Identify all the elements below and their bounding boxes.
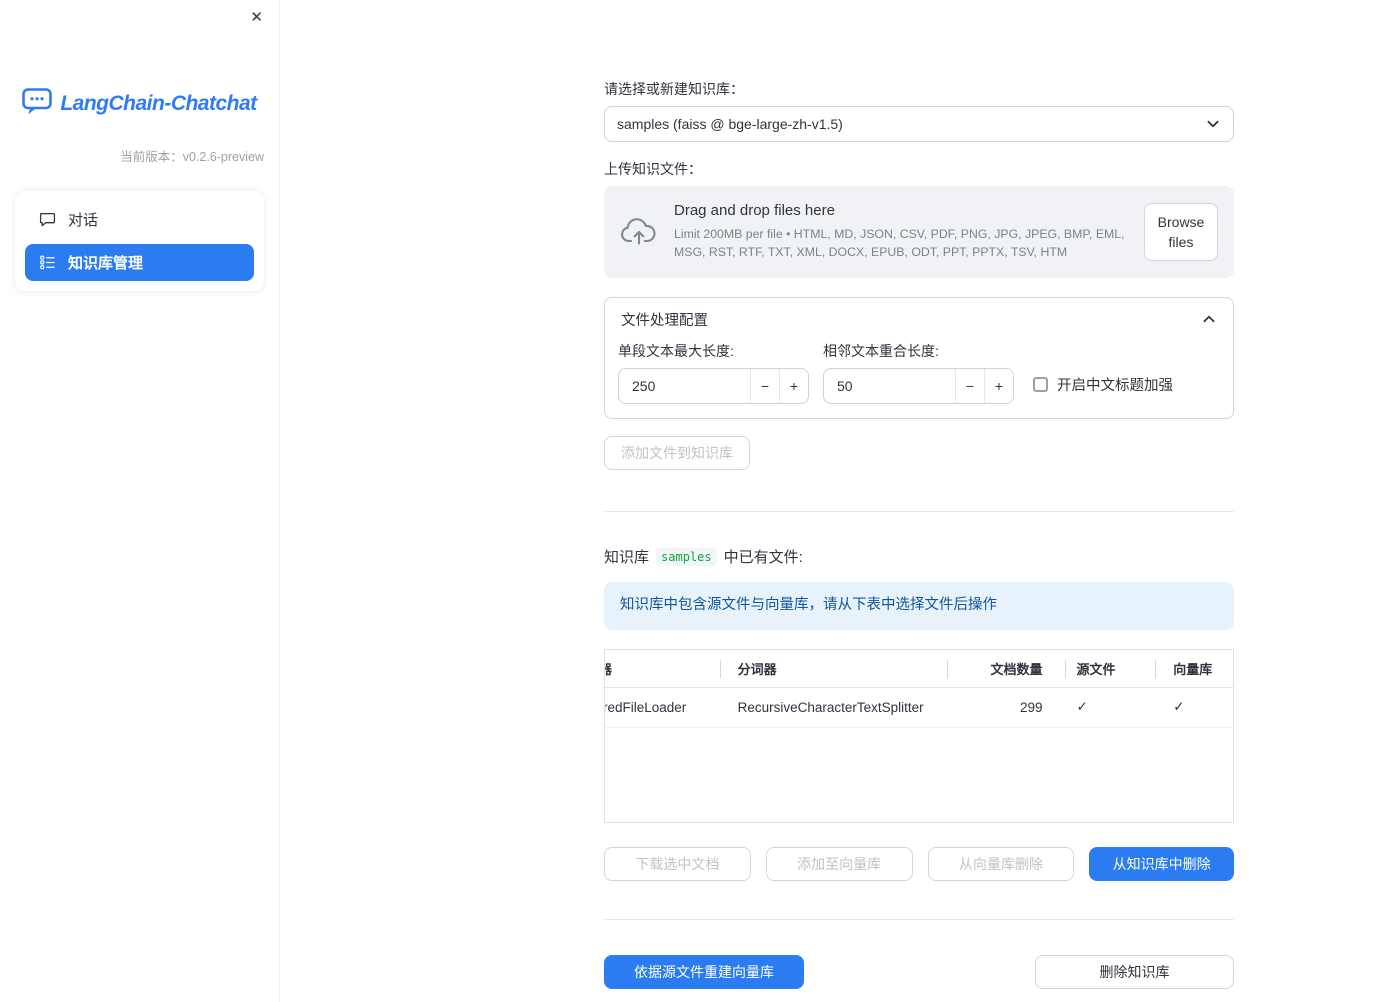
upload-label: 上传知识文件： [604,160,702,177]
close-icon: ✕ [250,9,263,26]
table-header-row: 器 分词器 文档数量 源文件 向量库 [605,650,1233,688]
column-header-label: 文档数量 [990,661,1043,677]
column-header-label: 源文件 [1076,661,1116,677]
files-dataframe[interactable]: 器 分词器 文档数量 源文件 向量库 [604,648,1234,823]
chat-bubble-icon [39,211,56,228]
cloud-upload-icon [620,217,658,247]
cell-splitter: RecursiveCharacterTextSplitter [720,688,947,727]
sidebar: ✕ LangChain-Chatchat 当前版本：v0.2.6-preview [0,0,280,1002]
logo: LangChain-Chatchat [0,88,279,120]
dropzone-subtitle: Limit 200MB per file • HTML, MD, JSON, C… [674,227,1125,260]
info-alert-text: 知识库中包含源文件与向量库，请从下表中选择文件后操作 [620,597,997,614]
cell-value: redFileLoader [605,699,687,715]
overlap-size-group: 相邻文本重合长度: 50 − + [823,343,1014,405]
check-mark: ✓ [1173,699,1185,715]
zh-title-enhance-label: 开启中文标题加强 [1057,378,1173,395]
chunk-size-label: 单段文本最大长度: [618,342,734,359]
browse-files-button[interactable]: Browse files [1144,202,1218,262]
cell-source-check: ✓ [1065,688,1156,727]
column-header-source-file[interactable]: 源文件 [1064,650,1156,687]
divider [604,918,1234,920]
kb-selected-value: samples (faiss @ bge-large-zh-v1.5) [617,115,843,132]
column-header-label: 向量库 [1173,661,1213,677]
add-files-to-kb-button[interactable]: 添加文件到知识库 [604,436,750,471]
column-header-doc-count[interactable]: 文档数量 [946,650,1065,687]
column-header-label: 器 [605,659,612,678]
file-config-expander: 文件处理配置 单段文本最大长度: 250 − + 相邻文本重合长度: 50 − … [604,296,1234,420]
download-selected-button[interactable]: 下载选中文档 [604,846,751,881]
chunk-size-increment-button[interactable]: + [779,369,808,404]
expander-body: 单段文本最大长度: 250 − + 相邻文本重合长度: 50 − + 开启中文标… [605,341,1233,419]
content-column: 请选择或新建知识库： samples (faiss @ bge-large-zh… [604,0,1234,989]
cell-loader: redFileLoader [605,688,720,727]
column-header-label: 分词器 [737,661,777,677]
version-label: 当前版本：v0.2.6-preview [120,150,264,164]
delete-from-vectorstore-button[interactable]: 从向量库删除 [927,846,1075,881]
column-header-loader[interactable]: 器 [605,650,720,687]
chevron-down-icon [1205,116,1221,132]
checkbox-unchecked[interactable] [1033,377,1048,393]
cell-vector-check: ✓ [1155,688,1233,727]
row-actions: 下载选中文档 添加至向量库 从向量库删除 从知识库中删除 [604,846,1234,881]
table-row[interactable]: redFileLoader RecursiveCharacterTextSpli… [605,688,1233,728]
sidebar-item-label: 对话 [68,212,99,229]
divider [604,511,1234,513]
sidebar-collapse-button[interactable]: ✕ [246,6,267,29]
heading-suffix: 中已有文件: [723,549,803,567]
sidebar-menu: 对话 知识库管理 [15,191,264,291]
dropzone-title: Drag and drop files here [674,202,835,219]
expander-title: 文件处理配置 [621,312,708,329]
sidebar-item-kb-management[interactable]: 知识库管理 [25,244,254,281]
bottom-actions: 依据源文件重建向量库 删除知识库 [604,954,1234,989]
chunk-size-group: 单段文本最大长度: 250 − + [618,343,809,405]
column-header-vector-store[interactable]: 向量库 [1155,650,1233,687]
zh-title-enhance-option[interactable]: 开启中文标题加强 [1033,374,1173,395]
chunk-size-value[interactable]: 250 [619,369,750,403]
info-alert: 知识库中包含源文件与向量库，请从下表中选择文件后操作 [604,582,1234,630]
chunk-size-decrement-button[interactable]: − [750,369,779,404]
delete-kb-button[interactable]: 删除知识库 [1035,954,1234,989]
delete-from-kb-button[interactable]: 从知识库中删除 [1089,846,1234,881]
heading-prefix: 知识库 [604,549,650,567]
logo-text: LangChain-Chatchat [60,92,257,115]
sidebar-item-dialogue[interactable]: 对话 [25,201,254,238]
chunk-size-input[interactable]: 250 − + [618,368,809,405]
file-dropzone[interactable]: Drag and drop files here Limit 200MB per… [604,186,1234,278]
chevron-up-icon [1201,311,1217,327]
overlap-size-label: 相邻文本重合长度: [823,342,939,359]
column-header-splitter[interactable]: 分词器 [719,650,947,687]
cell-value: 299 [1019,699,1043,715]
expander-header[interactable]: 文件处理配置 [605,298,1233,341]
overlap-size-decrement-button[interactable]: − [955,369,984,404]
sidebar-item-label: 知识库管理 [68,255,144,272]
cell-doc-count: 299 [947,688,1065,727]
cell-value: RecursiveCharacterTextSplitter [737,699,924,715]
add-to-vectorstore-button[interactable]: 添加至向量库 [765,846,913,881]
kb-selectbox[interactable]: samples (faiss @ bge-large-zh-v1.5) [604,105,1234,142]
overlap-size-value[interactable]: 50 [824,369,955,403]
dropzone-text: Drag and drop files here Limit 200MB per… [674,202,1128,262]
overlap-size-input[interactable]: 50 − + [823,368,1014,405]
kb-select-label: 请选择或新建知识库： [604,81,744,97]
kb-name-code: samples [656,547,717,566]
main-content: 请选择或新建知识库： samples (faiss @ bge-large-zh… [280,0,1380,1002]
check-mark: ✓ [1076,699,1088,715]
overlap-size-increment-button[interactable]: + [984,369,1013,404]
rebuild-vectorstore-button[interactable]: 依据源文件重建向量库 [604,954,804,989]
list-icon [39,254,56,271]
chat-logo-icon [22,88,53,120]
existing-files-heading: 知识库 samples 中已有文件: [604,546,1234,567]
